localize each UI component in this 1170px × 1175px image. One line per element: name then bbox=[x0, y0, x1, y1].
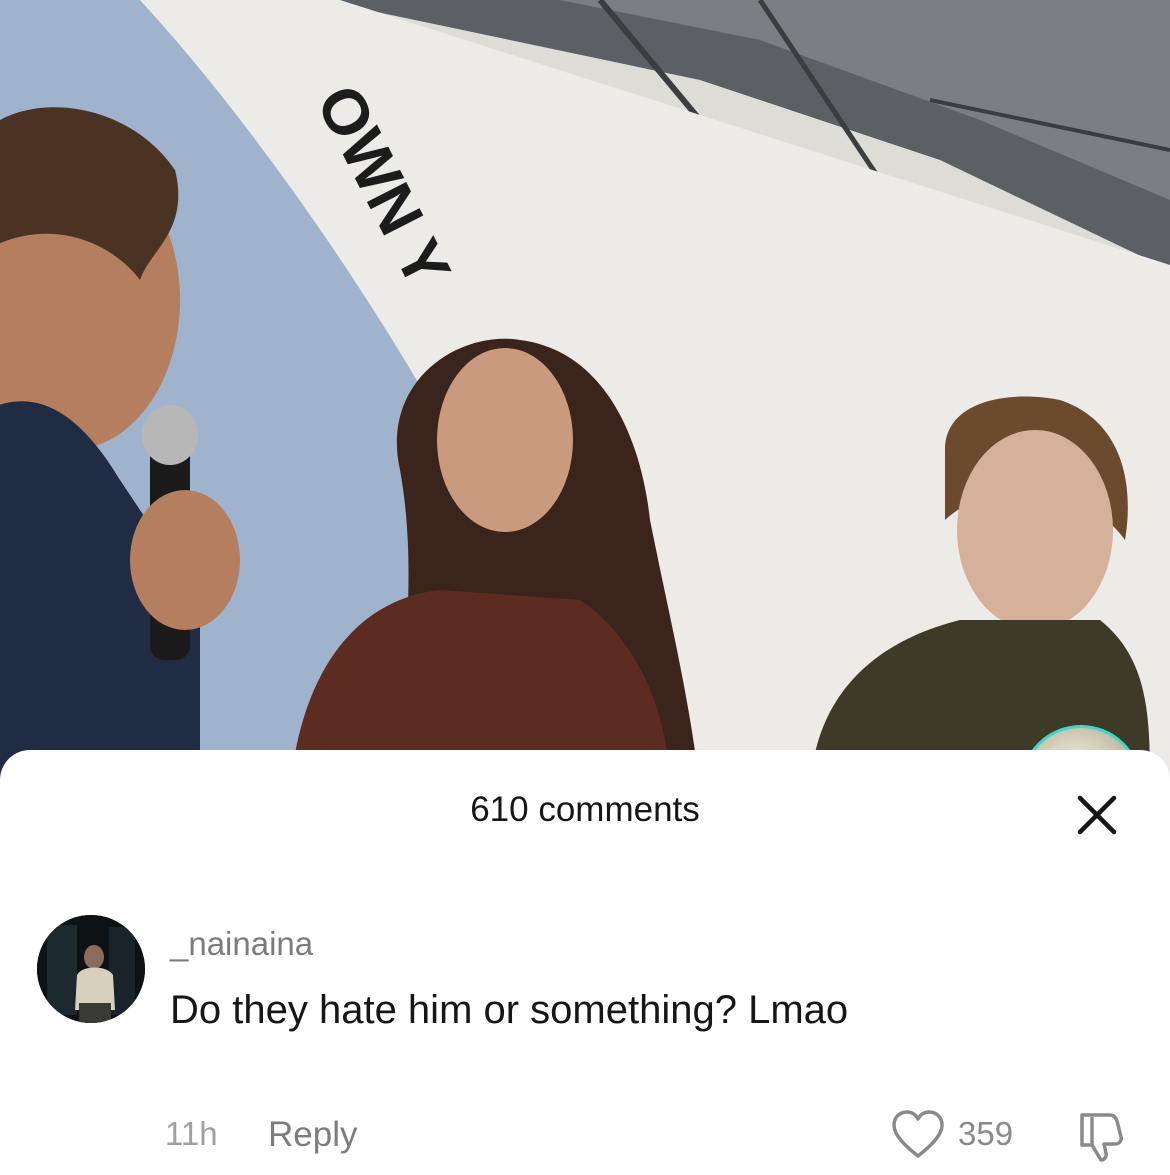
comment-timestamp: 11h bbox=[165, 1115, 218, 1152]
comment-body: Do they hate him or something? Lmao bbox=[170, 988, 849, 1032]
comment-actions: 11h Reply 359 bbox=[0, 1110, 1170, 1175]
reply-button[interactable]: Reply bbox=[268, 1115, 357, 1155]
comment-username[interactable]: _nainaina bbox=[170, 925, 313, 963]
comments-sheet: 610 comments _nainaina Do they hate him … bbox=[0, 750, 1170, 1162]
like-count: 359 bbox=[958, 1115, 1014, 1152]
close-icon bbox=[1077, 795, 1117, 835]
commenter-avatar[interactable] bbox=[37, 915, 145, 1023]
video-frame[interactable]: OWN Y bbox=[0, 0, 1170, 790]
video-scene: OWN Y bbox=[0, 0, 1170, 790]
comments-header: 610 comments bbox=[0, 750, 1170, 870]
comment-item: _nainaina Do they hate him or something?… bbox=[0, 910, 1170, 1162]
avatar-image bbox=[37, 915, 145, 1023]
comments-count-title: 610 comments bbox=[470, 790, 700, 829]
like-button[interactable] bbox=[890, 1109, 946, 1161]
close-button[interactable] bbox=[1072, 790, 1122, 840]
heart-outline-icon bbox=[892, 1110, 944, 1158]
dislike-button[interactable] bbox=[1070, 1105, 1130, 1165]
thumbs-down-icon bbox=[1080, 1113, 1123, 1162]
